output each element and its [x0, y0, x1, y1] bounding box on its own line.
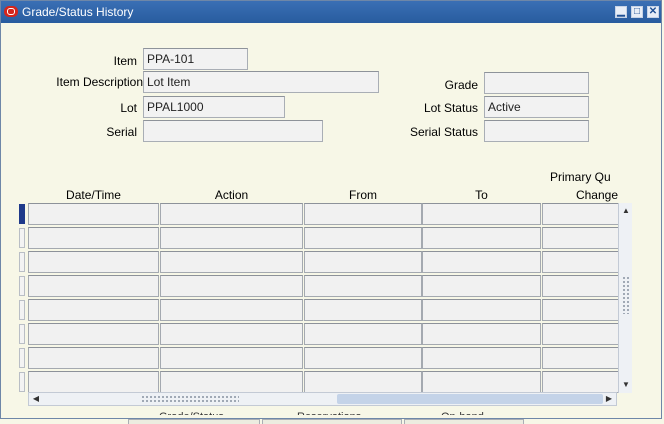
column-header-to: To — [475, 188, 488, 202]
scroll-right-icon[interactable]: ▶ — [604, 394, 614, 404]
scroll-up-icon[interactable]: ▲ — [621, 206, 631, 216]
grid-cell[interactable] — [304, 347, 422, 369]
grid-cell[interactable] — [160, 347, 303, 369]
grid-cell[interactable] — [422, 371, 541, 393]
grid-cell[interactable] — [422, 275, 541, 297]
row-indicator[interactable] — [19, 348, 25, 368]
grid-cell[interactable] — [160, 275, 303, 297]
column-header-date-time: Date/Time — [66, 188, 121, 202]
grid-cell[interactable] — [160, 251, 303, 273]
grid-cell[interactable] — [422, 203, 541, 225]
row-indicator[interactable] — [19, 252, 25, 272]
column-header-primary-qty: Primary Qu — [550, 170, 611, 184]
vertical-scrollbar[interactable]: ▲ ▼ — [618, 203, 632, 393]
grid-cell[interactable] — [160, 299, 303, 321]
grid-cell[interactable] — [160, 371, 303, 393]
grade-status-history-window: Grade/Status History ▁ □ ✕ Item PPA-101 … — [0, 0, 662, 419]
grid-cell[interactable] — [304, 203, 422, 225]
grid-cell[interactable] — [422, 227, 541, 249]
grid-cell[interactable] — [304, 251, 422, 273]
grid-cell[interactable] — [28, 203, 159, 225]
history-grid — [19, 201, 633, 406]
footer-tab-on-hand[interactable]: On-hand — [404, 411, 524, 424]
grid-cell[interactable] — [28, 371, 159, 393]
grid-cell[interactable] — [304, 299, 422, 321]
item-description-field[interactable]: Lot Item — [143, 71, 379, 93]
item-description-label: Item Description — [56, 75, 143, 89]
grid-cell[interactable] — [28, 275, 159, 297]
item-label: Item — [113, 54, 137, 68]
grid-cell[interactable] — [160, 203, 303, 225]
grid-cell[interactable] — [542, 227, 622, 249]
grid-cell[interactable] — [542, 203, 622, 225]
serial-field[interactable] — [143, 120, 323, 142]
grid-cell[interactable] — [304, 371, 422, 393]
grid-cell[interactable] — [160, 323, 303, 345]
grid-cell[interactable] — [422, 323, 541, 345]
grid-cell[interactable] — [542, 251, 622, 273]
row-indicator[interactable] — [19, 228, 25, 248]
grid-cell[interactable] — [304, 227, 422, 249]
footer-tab-on-hand-label: On-hand — [441, 410, 484, 415]
scroll-left-icon[interactable]: ◀ — [31, 394, 41, 404]
lot-field[interactable]: PPAL1000 — [143, 96, 285, 118]
column-header-change: Change — [575, 188, 618, 202]
footer-tab-grade-status[interactable]: Grade/Status — [128, 411, 260, 424]
grid-cell[interactable] — [542, 299, 622, 321]
grid-cell[interactable] — [542, 275, 622, 297]
lot-status-field[interactable]: Active — [484, 96, 589, 118]
grid-cell[interactable] — [28, 227, 159, 249]
row-indicator[interactable] — [19, 372, 25, 392]
grid-cell[interactable] — [422, 251, 541, 273]
grid-cell[interactable] — [304, 323, 422, 345]
grid-cell[interactable] — [160, 227, 303, 249]
grid-cell[interactable] — [542, 371, 622, 393]
grid-cell[interactable] — [542, 323, 622, 345]
row-indicator[interactable] — [19, 276, 25, 296]
grid-cell[interactable] — [304, 275, 422, 297]
oracle-logo-icon — [4, 6, 18, 17]
serial-status-field[interactable] — [484, 120, 589, 142]
grid-cell[interactable] — [28, 299, 159, 321]
grid-cell[interactable] — [28, 347, 159, 369]
window-title: Grade/Status History — [22, 5, 134, 19]
row-indicator[interactable] — [19, 204, 25, 224]
lot-status-label: Lot Status — [423, 101, 478, 115]
scroll-grip-icon[interactable] — [622, 276, 630, 314]
item-field[interactable]: PPA-101 — [143, 48, 248, 70]
row-indicator[interactable] — [19, 324, 25, 344]
lot-label: Lot — [120, 101, 137, 115]
column-header-from: From — [349, 188, 377, 202]
close-icon[interactable]: ✕ — [647, 6, 659, 18]
grid-cell[interactable] — [422, 347, 541, 369]
grid-cell[interactable] — [28, 323, 159, 345]
column-header-action: Action — [214, 188, 249, 202]
row-indicator[interactable] — [19, 300, 25, 320]
minimize-icon[interactable]: ▁ — [615, 6, 627, 18]
footer-tab-reservations[interactable]: Reservations — [262, 411, 402, 424]
grade-field[interactable] — [484, 72, 589, 94]
grid-cell[interactable] — [28, 251, 159, 273]
horizontal-scrollbar[interactable]: ◀ ▶ — [28, 392, 617, 406]
grade-label: Grade — [444, 78, 478, 92]
grid-cell[interactable] — [542, 347, 622, 369]
title-bar[interactable]: Grade/Status History ▁ □ ✕ — [1, 1, 661, 23]
scroll-down-icon[interactable]: ▼ — [621, 380, 631, 390]
serial-status-label: Serial Status — [409, 125, 478, 139]
maximize-icon[interactable]: □ — [631, 6, 643, 18]
grid-cell[interactable] — [422, 299, 541, 321]
horizontal-scroll-grip-icon[interactable] — [141, 395, 239, 403]
footer-tab-reservations-label: Reservations — [297, 410, 361, 415]
footer-tab-grade-status-label: Grade/Status — [159, 410, 224, 415]
horizontal-scroll-thumb[interactable] — [337, 394, 603, 404]
serial-label: Serial — [106, 125, 137, 139]
